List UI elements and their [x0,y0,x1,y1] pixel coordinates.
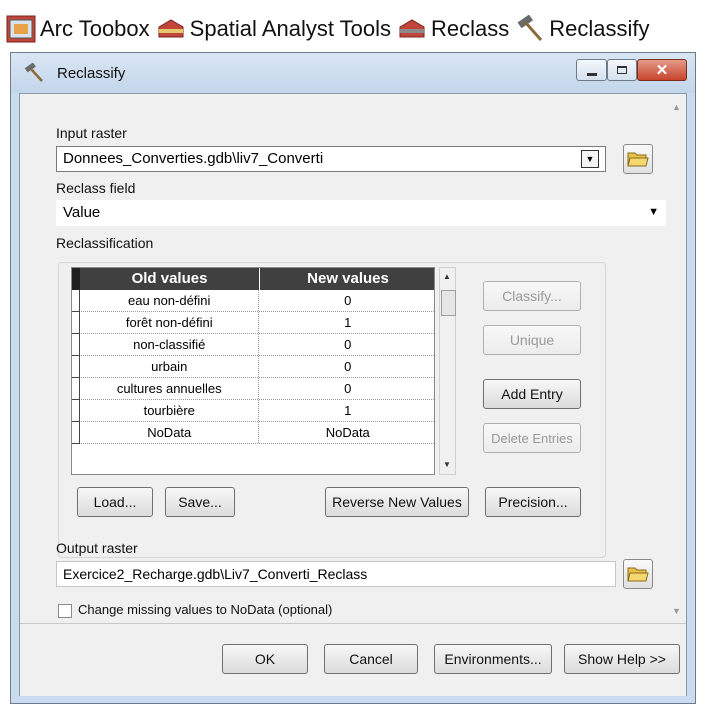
breadcrumb-item-reclassify[interactable]: Reclassify [549,16,649,42]
table-row[interactable]: cultures annuelles 0 [72,378,434,400]
add-entry-button[interactable]: Add Entry [483,379,581,409]
new-value-cell[interactable]: NoData [259,422,434,443]
old-value-cell[interactable]: NoData [80,422,260,443]
missing-values-checkbox[interactable] [58,604,72,618]
reclassify-window: Reclassify ✕ ▲ ▼ Input raster Donnees_Co… [10,52,696,704]
close-icon: ✕ [655,62,669,79]
old-values-header: Old values [80,268,260,290]
new-value-cell[interactable]: 0 [259,378,434,399]
scroll-down-icon[interactable]: ▼ [672,606,681,616]
classify-button[interactable]: Classify... [483,281,581,311]
new-value-cell[interactable]: 0 [259,356,434,377]
table-row[interactable]: urbain 0 [72,356,434,378]
old-value-cell[interactable]: tourbière [80,400,260,421]
breadcrumb: Arc Toobox Spatial Analyst Tools Reclass… [6,12,656,46]
old-value-cell[interactable]: eau non-défini [80,290,260,311]
new-value-cell[interactable]: 1 [259,312,434,333]
table-header: Old values New values [72,268,434,290]
reverse-new-values-button[interactable]: Reverse New Values [325,487,469,517]
old-value-cell[interactable]: urbain [80,356,260,377]
maximize-button[interactable] [607,59,637,81]
output-raster-browse-button[interactable] [623,559,653,589]
output-raster-input[interactable]: Exercice2_Recharge.gdb\Liv7_Converti_Rec… [56,561,616,587]
reclass-field-label: Reclass field [56,180,136,196]
output-raster-label: Output raster [56,540,138,556]
maximize-icon [617,66,627,74]
dialog-body: ▲ ▼ Input raster Donnees_Converties.gdb\… [19,93,687,696]
scroll-down-icon[interactable]: ▼ [443,460,451,469]
unique-button[interactable]: Unique [483,325,581,355]
table-scrollbar[interactable]: ▲ ▼ [439,267,456,475]
delete-entries-button[interactable]: Delete Entries [483,423,581,453]
input-raster-browse-button[interactable] [623,144,653,174]
dialog-scrollbar[interactable]: ▲ ▼ [668,94,686,620]
breadcrumb-item-reclass[interactable]: Reclass [431,16,509,42]
table-row[interactable]: eau non-défini 0 [72,290,434,312]
scroll-up-icon[interactable]: ▲ [443,272,451,281]
scroll-thumb[interactable] [441,290,456,316]
chevron-down-icon: ▼ [648,206,659,218]
folder-open-icon [627,152,649,167]
toolset-icon [156,15,186,43]
minimize-button[interactable] [576,59,607,81]
title-bar[interactable]: Reclassify ✕ [11,53,695,93]
old-value-cell[interactable]: cultures annuelles [80,378,260,399]
folder-open-icon [627,567,649,582]
output-raster-value: Exercice2_Recharge.gdb\Liv7_Converti_Rec… [63,566,368,582]
breadcrumb-item-spatial-analyst[interactable]: Spatial Analyst Tools [190,16,391,42]
input-raster-value: Donnees_Converties.gdb\liv7_Converti [63,150,324,167]
breadcrumb-item-arc-toolbox[interactable]: Arc Toobox [40,16,150,42]
table-row[interactable]: non-classifié 0 [72,334,434,356]
dialog-footer: OK Cancel Environments... Show Help >> [20,623,686,696]
reclass-field-value: Value [63,204,101,221]
hammer-icon [515,14,545,43]
show-help-button[interactable]: Show Help >> [564,644,680,674]
reclass-field-select[interactable]: Value ▼ [56,200,666,226]
save-button[interactable]: Save... [165,487,235,517]
new-value-cell[interactable]: 0 [259,334,434,355]
reclassification-group: Old values New values eau non-défini 0 f… [58,262,606,558]
input-raster-label: Input raster [56,125,127,141]
toolbox-icon [6,15,36,43]
new-values-header: New values [307,270,389,287]
reclass-table[interactable]: Old values New values eau non-défini 0 f… [71,267,435,475]
precision-button[interactable]: Precision... [485,487,581,517]
input-raster-combo[interactable]: Donnees_Converties.gdb\liv7_Converti ▼ [56,146,606,172]
reclassification-label: Reclassification [56,235,154,251]
table-row[interactable]: tourbière 1 [72,400,434,422]
old-value-cell[interactable]: forêt non-défini [80,312,260,333]
table-row[interactable]: NoData NoData [72,422,434,444]
hammer-icon [23,62,45,83]
close-button[interactable]: ✕ [637,59,687,81]
cancel-button[interactable]: Cancel [324,644,418,674]
table-row[interactable]: forêt non-défini 1 [72,312,434,334]
minimize-icon [586,72,597,76]
missing-values-label: Change missing values to NoData (optiona… [78,602,333,617]
new-value-cell[interactable]: 0 [259,290,434,311]
window-title: Reclassify [57,65,126,82]
scroll-up-icon[interactable]: ▲ [672,102,681,112]
load-button[interactable]: Load... [77,487,153,517]
new-value-cell[interactable]: 1 [259,400,434,421]
environments-button[interactable]: Environments... [434,644,552,674]
ok-button[interactable]: OK [222,644,308,674]
chevron-down-icon[interactable]: ▼ [581,150,599,168]
old-value-cell[interactable]: non-classifié [80,334,260,355]
toolset-icon [397,15,427,43]
